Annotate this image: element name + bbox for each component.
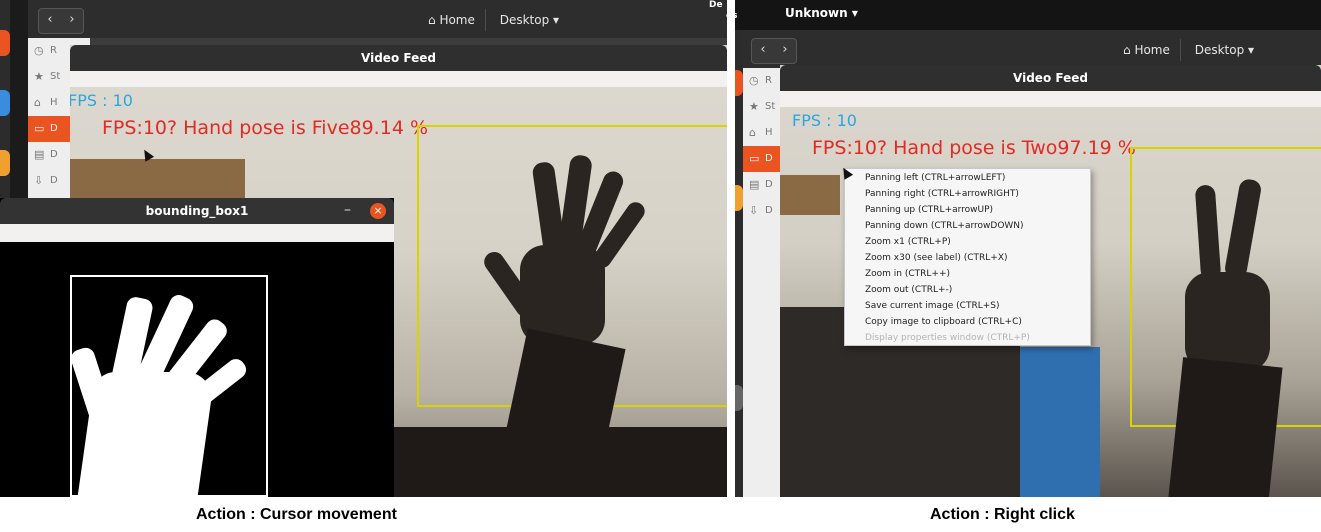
window-title[interactable]: bounding_box1 xyxy=(0,198,394,224)
bounding-box-window[interactable]: bounding_box1 – × xyxy=(0,198,394,497)
background-shelf xyxy=(70,159,245,199)
download-icon: ⇩ xyxy=(749,204,759,217)
dock-app-icon[interactable] xyxy=(735,70,743,96)
caption-right: Action : Right click xyxy=(930,506,1075,523)
file-manager-header: ‹ › ⌂ Home Desktop ▾ xyxy=(743,30,1321,68)
chevron-left-icon[interactable]: ‹ xyxy=(39,12,61,27)
menu-item-pan-up[interactable]: Panning up (CTRL+arrowUP) xyxy=(865,205,993,215)
window-toolbar xyxy=(0,224,394,242)
ubuntu-dock xyxy=(735,0,743,497)
window-title[interactable]: Video Feed xyxy=(780,65,1321,91)
window-toolbar xyxy=(780,91,1321,107)
sidebar-item-desktop[interactable]: ▭ D xyxy=(743,146,783,172)
star-icon: ★ xyxy=(34,70,44,83)
menu-item-pan-right[interactable]: Panning right (CTRL+arrowRIGHT) xyxy=(865,189,1019,199)
document-icon: ▤ xyxy=(749,178,760,191)
bounding-rect xyxy=(68,275,268,497)
clock-icon: ◷ xyxy=(749,74,759,87)
sidebar-item-recent[interactable]: ◷ R xyxy=(743,68,783,94)
window-toolbar xyxy=(70,71,727,87)
path-desktop[interactable]: Desktop ▾ xyxy=(490,9,569,31)
path-bar: ⌂ Home Desktop ▾ xyxy=(1113,39,1264,61)
folder-icon: ▭ xyxy=(34,122,45,135)
file-manager-sidebar: ◷ R ★ St ⌂ H ▭ D ▤ D ⇩ D xyxy=(743,68,783,497)
dock-app-icon[interactable] xyxy=(0,90,10,116)
home-icon: ⌂ xyxy=(749,126,756,139)
dock-app-icon[interactable] xyxy=(0,150,10,176)
left-screenshot: ‹ › ⌂ Home Desktop ▾ ◷ R ★ St ⌂ H ▭ D ▤ D ⇩ D … xyxy=(0,0,727,497)
menu-item-display-properties: Display properties window (CTRL+P) xyxy=(865,333,1030,343)
menu-item-save-image[interactable]: Save current image (CTRL+S) xyxy=(865,301,1000,311)
body-shadow xyxy=(390,427,727,497)
window-title[interactable]: Video Feed xyxy=(70,45,727,71)
menu-item-zoom-x1[interactable]: Zoom x1 (CTRL+P) xyxy=(865,237,951,247)
hand-pose-label: FPS:10? Hand pose is Five89.14 % xyxy=(102,117,428,139)
unknown-menu[interactable]: Unknown ▾ xyxy=(785,6,858,20)
home-icon: ⌂ xyxy=(1123,43,1135,57)
caption-left: Action : Cursor movement xyxy=(196,506,397,523)
path-bar: ⌂ Home Desktop ▾ xyxy=(418,9,569,31)
background-shelf xyxy=(780,175,840,215)
menu-item-pan-down[interactable]: Panning down (CTRL+arrowDOWN) xyxy=(865,221,1024,231)
dock-app-icon[interactable] xyxy=(735,185,743,211)
nav-buttons[interactable]: ‹ › xyxy=(751,38,797,64)
sidebar-item-home[interactable]: ⌂ H xyxy=(743,120,783,146)
blue-cloth xyxy=(1020,347,1100,497)
path-home[interactable]: ⌂ Home xyxy=(1113,39,1181,61)
path-home[interactable]: ⌂ Home xyxy=(418,9,486,31)
download-icon: ⇩ xyxy=(34,174,44,187)
clock-icon: ◷ xyxy=(34,44,44,57)
home-icon: ⌂ xyxy=(34,96,41,109)
hand-palm xyxy=(1185,272,1270,372)
hand-pose-label: FPS:10? Hand pose is Two97.19 % xyxy=(812,137,1136,159)
context-menu: Panning left (CTRL+arrowLEFT) Panning ri… xyxy=(844,168,1091,346)
top-panel-fragment: De xyxy=(709,0,723,10)
caret-down-icon: ▾ xyxy=(553,13,560,27)
document-icon: ▤ xyxy=(34,148,45,161)
minimize-button[interactable]: – xyxy=(344,202,358,218)
fps-label: FPS : 10 xyxy=(792,111,857,130)
top-panel-fragment: es xyxy=(726,11,738,21)
path-desktop[interactable]: Desktop ▾ xyxy=(1185,39,1264,61)
chevron-right-icon[interactable]: › xyxy=(774,42,796,57)
forearm xyxy=(1167,357,1283,497)
folder-icon: ▭ xyxy=(749,152,760,165)
menu-item-zoom-in[interactable]: Zoom in (CTRL++) xyxy=(865,269,950,279)
chevron-left-icon[interactable]: ‹ xyxy=(752,42,774,57)
menu-item-zoom-out[interactable]: Zoom out (CTRL+-) xyxy=(865,285,952,295)
caret-down-icon: ▾ xyxy=(1248,43,1255,57)
menu-item-pan-left[interactable]: Panning left (CTRL+arrowLEFT) xyxy=(865,173,1005,183)
dock-app-icon[interactable] xyxy=(735,385,743,411)
sidebar-item-documents[interactable]: ▤ D xyxy=(743,172,783,198)
star-icon: ★ xyxy=(749,100,759,113)
dock-app-icon[interactable] xyxy=(0,30,10,56)
nav-buttons[interactable]: ‹ › xyxy=(38,8,84,34)
fps-label: FPS : 10 xyxy=(70,91,133,110)
chevron-right-icon[interactable]: › xyxy=(61,12,83,27)
menu-item-copy-image[interactable]: Copy image to clipboard (CTRL+C) xyxy=(865,317,1022,327)
home-icon: ⌂ xyxy=(428,13,440,27)
sidebar-item-downloads[interactable]: ⇩ D xyxy=(743,198,783,224)
menu-item-zoom-x30[interactable]: Zoom x30 (see label) (CTRL+X) xyxy=(865,253,1008,263)
sidebar-item-starred[interactable]: ★ St xyxy=(743,94,783,120)
close-button[interactable]: × xyxy=(370,203,386,219)
file-manager-header: ‹ › ⌂ Home Desktop ▾ xyxy=(28,0,727,38)
